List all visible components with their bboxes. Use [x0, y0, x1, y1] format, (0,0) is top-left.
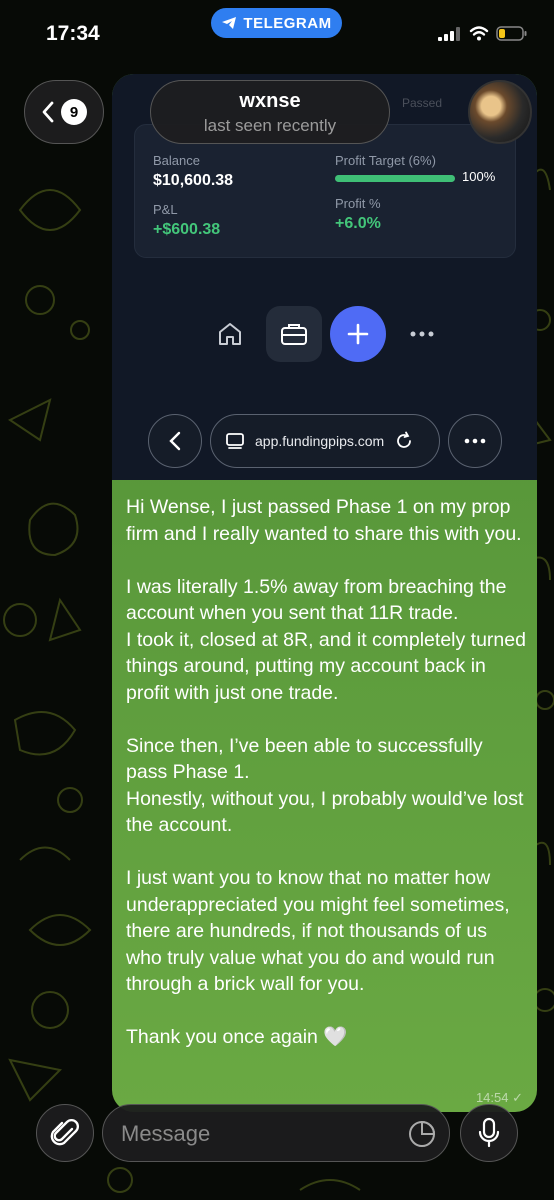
signal-icon — [438, 26, 460, 41]
telegram-icon — [222, 17, 237, 29]
home-button[interactable] — [202, 306, 258, 362]
pnl-value: +$600.38 — [153, 221, 221, 238]
profit-percent-label: Profit % — [335, 196, 381, 211]
unread-count-badge: 9 — [61, 99, 87, 125]
more-horizontal-icon — [410, 331, 434, 337]
more-horizontal-icon — [464, 438, 486, 444]
balance-value: $10,600.38 — [153, 172, 234, 189]
paperclip-icon — [50, 1119, 79, 1146]
reload-icon[interactable] — [394, 431, 414, 451]
profit-target-bar-fill — [335, 175, 455, 182]
message-input-box[interactable] — [102, 1104, 450, 1162]
chat-status: last seen recently — [203, 116, 337, 135]
url-text: app.fundingpips.com — [255, 433, 385, 449]
avatar[interactable] — [468, 80, 532, 144]
chat-name: wxnse — [239, 90, 301, 112]
voice-record-button[interactable] — [460, 1104, 518, 1162]
status-time: 17:34 — [46, 22, 100, 45]
wifi-icon — [469, 26, 489, 41]
more-nav-button[interactable] — [394, 306, 450, 362]
microphone-icon — [478, 1117, 500, 1148]
status-bar: 17:34 TELEGRAM — [0, 0, 554, 70]
balance-label: Balance — [153, 153, 200, 168]
pnl-label: P&L — [153, 202, 178, 217]
profit-target-percent: 100% — [462, 169, 496, 184]
home-icon — [219, 323, 241, 345]
sticker-icon[interactable] — [407, 1119, 437, 1149]
message-bubble[interactable]: Passed Balance $10,600.38 P&L +$600.38 P… — [112, 74, 537, 1112]
portfolio-button[interactable] — [266, 306, 322, 362]
chevron-left-icon — [42, 101, 54, 123]
profit-target-bar — [335, 175, 455, 182]
message-input[interactable] — [119, 1115, 393, 1153]
system-icons — [438, 26, 528, 41]
url-field[interactable]: app.fundingpips.com — [210, 414, 440, 468]
chat-title[interactable]: wxnse last seen recently — [150, 80, 390, 144]
status-tag: Passed — [402, 96, 443, 110]
browser-bar: app.fundingpips.com — [112, 414, 537, 468]
app-nav-bar — [112, 306, 537, 362]
browser-more-button[interactable] — [448, 414, 502, 468]
chevron-left-icon — [169, 431, 181, 451]
add-button[interactable] — [330, 306, 386, 362]
message-text: Hi Wense, I just passed Phase 1 on my pr… — [126, 496, 526, 1048]
telegram-pill-label: TELEGRAM — [243, 14, 332, 32]
attach-button[interactable] — [36, 1104, 94, 1162]
back-button[interactable]: 9 — [24, 80, 104, 144]
plus-icon — [347, 323, 369, 345]
tabs-icon — [226, 433, 244, 449]
profit-target-label: Profit Target (6%) — [335, 153, 436, 168]
battery-icon — [496, 26, 527, 41]
browser-back-button[interactable] — [148, 414, 202, 468]
telegram-return-pill[interactable]: TELEGRAM — [211, 8, 342, 38]
profit-percent-value: +6.0% — [335, 215, 381, 232]
account-stats-card: Balance $10,600.38 P&L +$600.38 Profit T… — [134, 124, 516, 258]
briefcase-icon — [281, 324, 307, 345]
